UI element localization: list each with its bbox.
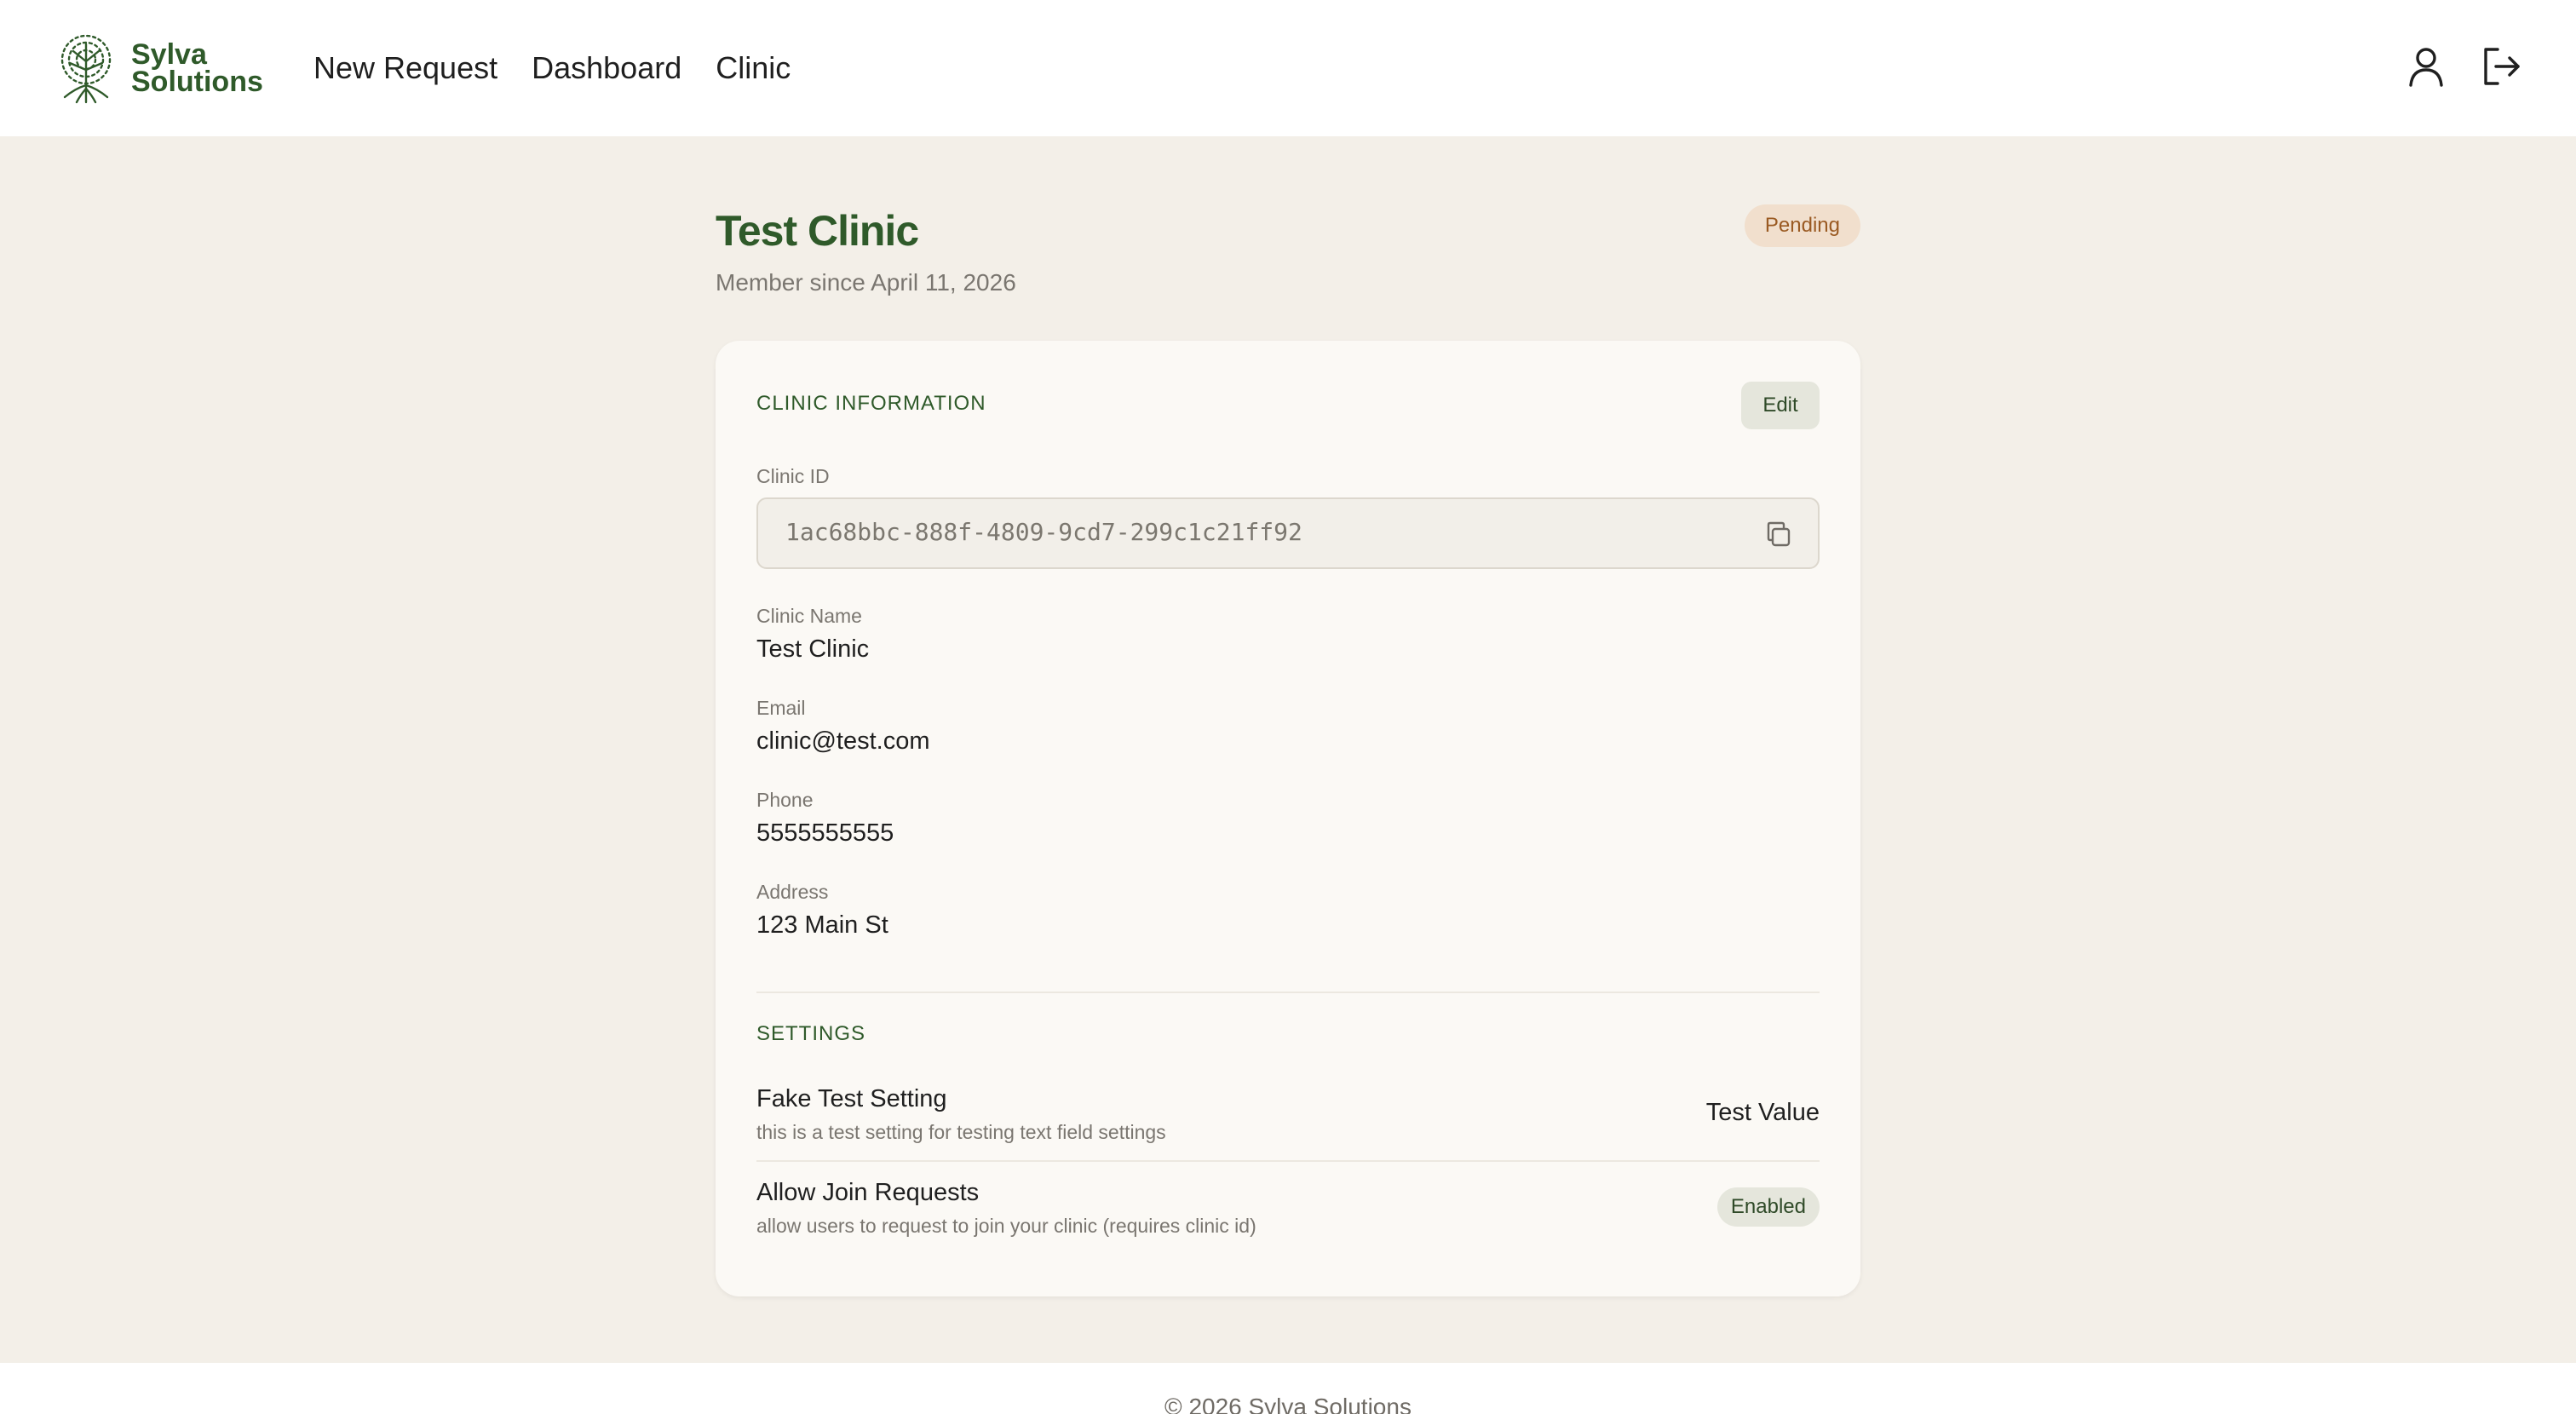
settings-heading: SETTINGS — [756, 1022, 866, 1045]
member-since-text: Member since April 11, 2026 — [716, 269, 1016, 296]
clinic-name-label: Clinic Name — [756, 605, 862, 627]
brand-name-line-1: Sylva — [131, 38, 207, 71]
nav-new-request[interactable]: New Request — [313, 48, 497, 89]
phone-label: Phone — [756, 789, 814, 811]
tree-logo-icon — [60, 34, 112, 104]
email-label: Email — [756, 697, 806, 719]
section-divider — [756, 992, 1820, 993]
nav-dashboard[interactable]: Dashboard — [532, 48, 681, 89]
main-nav: New Request Dashboard Clinic — [313, 48, 825, 89]
setting-divider — [756, 1160, 1820, 1162]
address-value: 123 Main St — [756, 911, 888, 939]
copy-icon[interactable] — [1763, 520, 1794, 550]
brand-logo[interactable]: Sylva Solutions — [56, 32, 263, 104]
footer-copyright: © 2026 Sylva Solutions — [1164, 1394, 1412, 1414]
status-badge: Pending — [1744, 204, 1860, 247]
email-value: clinic@test.com — [756, 727, 930, 755]
clinic-info-card: CLINIC INFORMATION Edit Clinic ID 1ac68b… — [716, 341, 1860, 1296]
top-navigation-bar: Sylva Solutions New Request Dashboard Cl… — [0, 0, 2576, 136]
page-title: Test Clinic — [716, 207, 919, 255]
address-label: Address — [756, 881, 829, 903]
brand-name-line-2: Solutions — [131, 66, 263, 98]
setting-title: Fake Test Setting — [756, 1085, 947, 1112]
clinic-id-field[interactable]: 1ac68bbc-888f-4809-9cd7-299c1c21ff92 — [756, 497, 1820, 569]
footer: © 2026 Sylva Solutions — [0, 1363, 2576, 1414]
logout-icon[interactable] — [2479, 44, 2523, 89]
clinic-id-value: 1ac68bbc-888f-4809-9cd7-299c1c21ff92 — [785, 518, 1302, 546]
header-actions — [2373, 44, 2523, 89]
edit-button[interactable]: Edit — [1741, 382, 1820, 429]
clinic-information-heading: CLINIC INFORMATION — [756, 392, 986, 415]
setting-description: this is a test setting for testing text … — [756, 1121, 1166, 1143]
setting-description: allow users to request to join your clin… — [756, 1215, 1256, 1237]
clinic-name-value: Test Clinic — [756, 635, 870, 663]
nav-clinic[interactable]: Clinic — [716, 48, 791, 89]
setting-title: Allow Join Requests — [756, 1179, 980, 1206]
user-icon[interactable] — [2404, 44, 2448, 89]
brand-name: Sylva Solutions — [131, 38, 263, 98]
clinic-id-label: Clinic ID — [756, 465, 830, 487]
phone-value: 5555555555 — [756, 819, 894, 847]
setting-value[interactable]: Test Value — [1706, 1099, 1820, 1127]
enabled-toggle[interactable]: Enabled — [1716, 1187, 1820, 1227]
